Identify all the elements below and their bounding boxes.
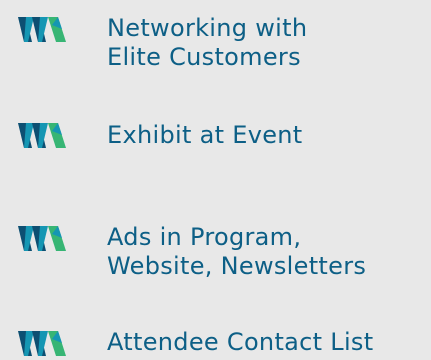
item-label: Attendee Contact List	[107, 328, 373, 357]
wa-logo-icon	[18, 17, 66, 42]
wa-logo-icon	[18, 331, 66, 356]
item-label: Exhibit at Event	[107, 121, 303, 150]
wa-logo-icon	[18, 123, 66, 148]
wa-logo-icon	[18, 226, 66, 251]
item-label-line: Elite Customers	[107, 43, 301, 71]
item-label-line: Networking with	[107, 14, 308, 42]
item-label-line: Exhibit at Event	[107, 121, 303, 149]
item-label: Ads in Program, Website, Newsletters	[107, 223, 366, 281]
benefits-list: Networking with Elite Customers Exhibit …	[0, 0, 431, 360]
item-label-line: Website, Newsletters	[107, 252, 367, 280]
item-label-line: Ads in Program,	[107, 223, 302, 251]
item-label: Networking with Elite Customers	[107, 14, 307, 72]
item-label-line: Attendee Contact List	[107, 328, 374, 356]
